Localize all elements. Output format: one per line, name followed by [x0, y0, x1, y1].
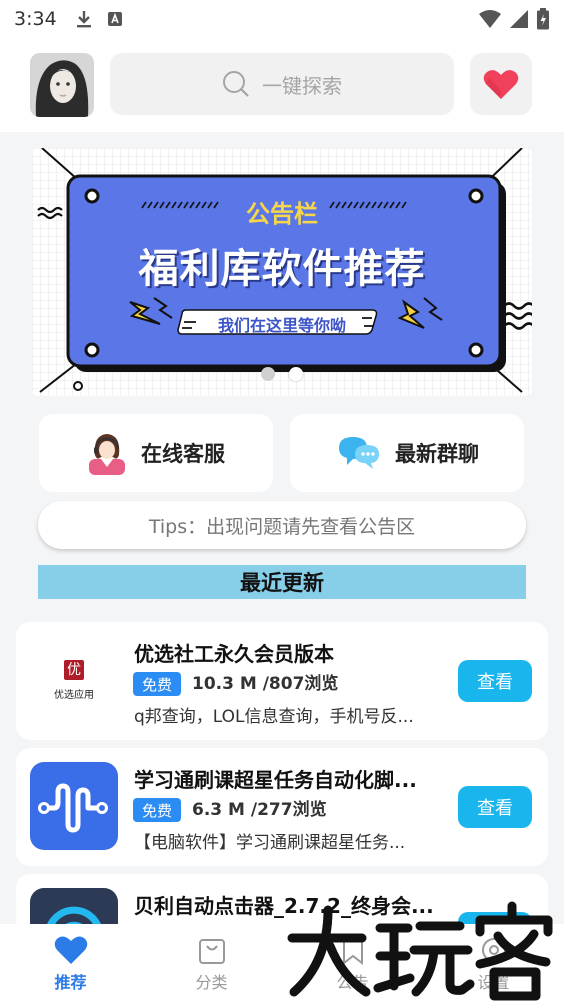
section-title: 最近更新: [38, 565, 526, 599]
tab-label: 推荐: [54, 973, 87, 992]
app-meta: 6.3 M /277浏览: [192, 800, 327, 820]
app-icon-youxuan: 优 优选应用: [30, 636, 118, 724]
tab-category[interactable]: 分类: [141, 924, 282, 1004]
download-icon: [76, 11, 91, 28]
bag-icon: [198, 939, 225, 964]
banner-title: 福利库软件推荐: [138, 246, 426, 292]
tab-label: 分类: [195, 973, 228, 992]
announcement-banner[interactable]: 公告栏 福利库软件推荐 我们在这里等你呦: [32, 148, 532, 396]
signal-icon: [510, 10, 528, 28]
price-badge: 免费: [133, 672, 182, 696]
app-name: 学习通刷课超星任务自动化脚...: [134, 768, 417, 792]
avatar[interactable]: [30, 53, 94, 117]
view-button[interactable]: 查看: [458, 660, 532, 702]
customer-service-icon: [89, 434, 125, 475]
app-name: 优选社工永久会员版本: [134, 642, 334, 666]
view-button[interactable]: 查看: [458, 786, 532, 828]
favorites-button[interactable]: [470, 53, 532, 115]
avatar-image: [30, 53, 94, 117]
banner-heading: 公告栏: [246, 200, 318, 228]
header: 一键探索: [0, 38, 564, 132]
waveform-icon: [38, 783, 108, 833]
app-description: 【电脑软件】学习通刷课超星任务...: [134, 833, 406, 853]
app-card[interactable]: 优 优选应用 优选社工永久会员版本 免费 10.3 M /807浏览 q邦查询，…: [16, 622, 548, 740]
group-chat-label: 最新群聊: [395, 442, 479, 466]
banner-pagination: [0, 367, 564, 381]
tab-recommend[interactable]: 推荐: [0, 924, 141, 1004]
status-time: 3:34: [14, 8, 57, 30]
price-badge: 免费: [133, 798, 182, 822]
battery-icon: [537, 8, 549, 30]
tips-bar[interactable]: Tips：出现问题请先查看公告区: [38, 501, 526, 549]
status-bar: 3:34: [0, 0, 564, 38]
search-input[interactable]: 一键探索: [110, 53, 454, 115]
pagination-dot[interactable]: [261, 367, 275, 381]
app-description: q邦查询，LOL信息查询，手机号反...: [134, 707, 414, 727]
pagination-dot-active[interactable]: [289, 367, 303, 381]
app-icon-xuexitong: [30, 762, 118, 850]
search-placeholder: 一键探索: [262, 73, 342, 98]
heart-icon: [54, 936, 87, 964]
group-chat-button[interactable]: 最新群聊: [290, 414, 524, 492]
watermark: [284, 892, 564, 1004]
wifi-icon: [479, 10, 501, 28]
font-download-icon: [107, 12, 122, 26]
watermark-logo: [287, 901, 553, 1001]
app-icon-label: 优选应用: [54, 689, 94, 701]
app-card[interactable]: 学习通刷课超星任务自动化脚... 免费 6.3 M /277浏览 【电脑软件】学…: [16, 748, 548, 866]
customer-service-button[interactable]: 在线客服: [39, 414, 273, 492]
search-icon: [223, 71, 249, 97]
app-meta: 10.3 M /807浏览: [192, 674, 339, 694]
chat-bubbles-icon: [339, 437, 379, 469]
customer-service-label: 在线客服: [141, 442, 225, 466]
app-icon-glyph: 优: [64, 659, 84, 680]
banner-subtitle: 我们在这里等你呦: [217, 316, 346, 335]
heart-icon: [483, 70, 519, 99]
